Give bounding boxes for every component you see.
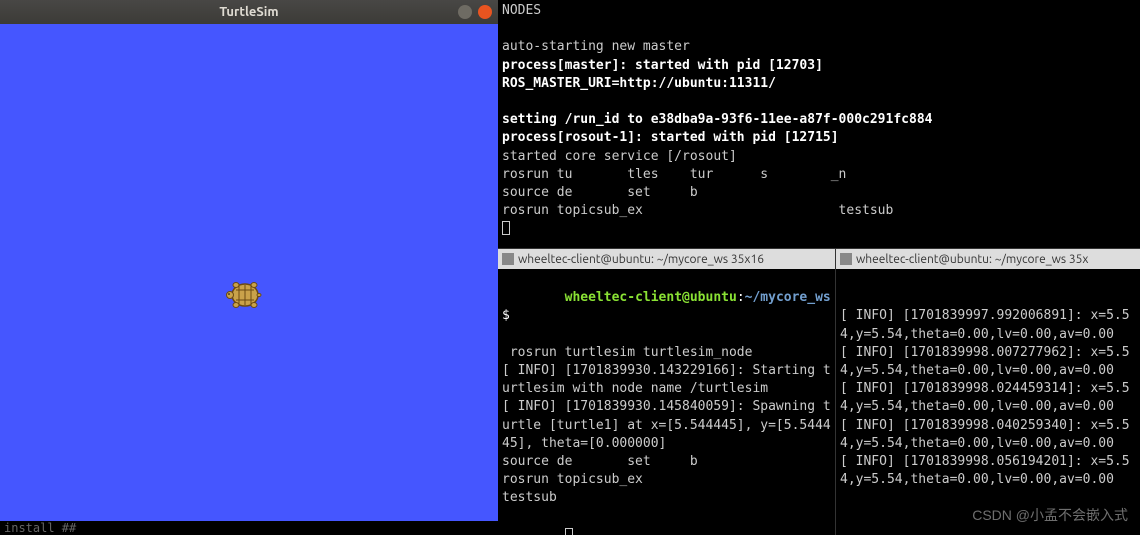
terminal-line: setting /run_id to e38dba9a-93f6-11ee-a8… (502, 111, 1136, 129)
terminal-line: auto-starting new master (502, 38, 1136, 56)
terminal-line: [ INFO] [1701839930.143229166]: Starting… (502, 362, 831, 398)
tab-icon (502, 253, 514, 265)
bg-terminal-fragment: install ## (0, 521, 498, 535)
terminal-line: testsub (502, 489, 831, 507)
terminal-line: [ INFO] [1701839997.992006891]: x=5.54,y… (840, 307, 1136, 343)
tab-label: wheeltec-client@ubuntu: ~/mycore_ws 35x1… (518, 253, 764, 266)
terminal-line: process[rosout-1]: started with pid [127… (502, 129, 1136, 147)
terminal-tab-right[interactable]: wheeltec-client@ubuntu: ~/mycore_ws 35x (836, 249, 1140, 269)
terminal-bottom-right[interactable]: wheeltec-client@ubuntu: ~/mycore_ws 35x … (836, 249, 1140, 535)
terminal-line: source de set b (502, 184, 1136, 202)
terminal-line: [ INFO] [1701839930.145840059]: Spawning… (502, 398, 831, 453)
terminal-line: [ INFO] [1701839998.056194201]: x=5.54,y… (840, 453, 1136, 489)
terminal-line: [ INFO] [1701839998.024459314]: x=5.54,y… (840, 380, 1136, 416)
prompt-path: ~/mycore_ws (745, 290, 831, 305)
terminal-line: rosrun topicsub_ex (502, 471, 831, 489)
terminal-tab-left[interactable]: wheeltec-client@ubuntu: ~/mycore_ws 35x1… (498, 249, 835, 269)
terminal-bottom-left[interactable]: wheeltec-client@ubuntu: ~/mycore_ws 35x1… (498, 249, 836, 535)
terminal-line: started core service [/rosout] (502, 148, 1136, 166)
close-icon[interactable] (478, 5, 492, 19)
terminal-line: source de set b (502, 453, 831, 471)
terminal-line: rosrun topicsub_ex testsub (502, 202, 1136, 220)
cursor-icon (502, 221, 510, 235)
turtlesim-window: TurtleSim install ## (0, 0, 498, 535)
tab-icon (840, 253, 852, 265)
turtlesim-canvas[interactable] (0, 24, 498, 522)
terminal-line: [ INFO] [1701839998.007277962]: x=5.54,y… (840, 344, 1136, 380)
terminal-line: [ INFO] [1701839998.040259340]: x=5.54,y… (840, 417, 1136, 453)
prompt-user: wheeltec-client@ubuntu (565, 290, 737, 305)
terminal-line: rosrun turtlesim turtlesim_node (502, 344, 831, 362)
terminal-line: ROS_MASTER_URI=http://ubuntu:11311/ (502, 75, 1136, 93)
window-controls (458, 5, 492, 19)
window-titlebar[interactable]: TurtleSim (0, 0, 498, 24)
cursor-icon (565, 528, 573, 535)
minimize-icon[interactable] (458, 5, 472, 19)
terminal-panes: NODES auto-starting new masterprocess[ma… (498, 0, 1140, 535)
window-title: TurtleSim (219, 5, 278, 19)
terminal-line: NODES (502, 2, 1136, 20)
tab-label: wheeltec-client@ubuntu: ~/mycore_ws 35x (856, 253, 1088, 266)
turtle-icon (224, 274, 266, 316)
terminal-line (502, 20, 1136, 38)
terminal-top[interactable]: NODES auto-starting new masterprocess[ma… (498, 0, 1140, 248)
terminal-content-right: [ INFO] [1701839997.992006891]: x=5.54,y… (836, 269, 1140, 528)
terminal-content-left: wheeltec-client@ubuntu:~/mycore_ws$ rosr… (498, 269, 835, 535)
terminal-line: rosrun tu tles tur s _n (502, 166, 1136, 184)
terminal-line (502, 93, 1136, 111)
terminal-line: process[master]: started with pid [12703… (502, 57, 1136, 75)
